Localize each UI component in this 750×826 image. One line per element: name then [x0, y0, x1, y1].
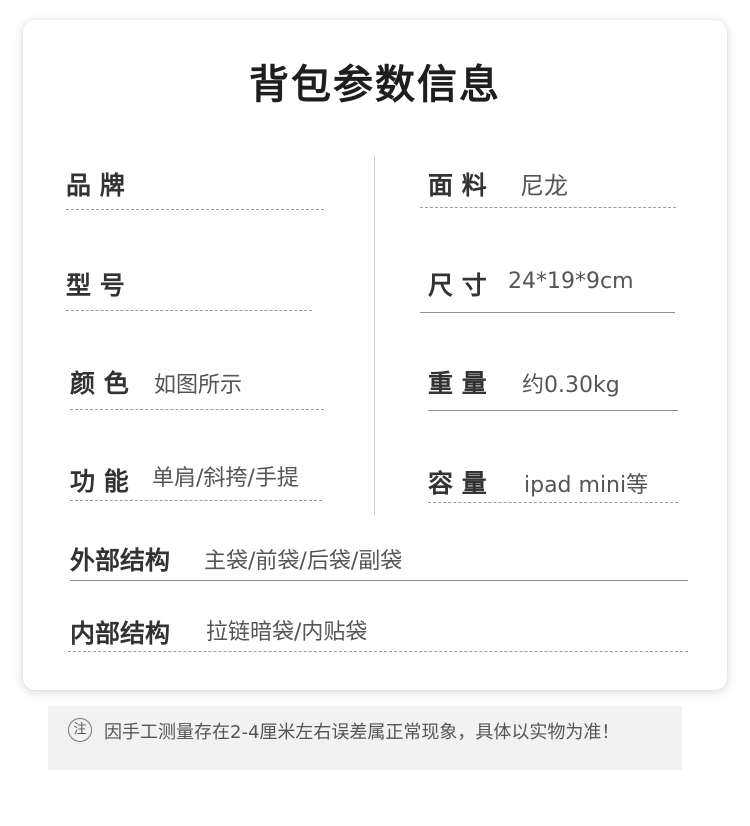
divider-rule	[428, 410, 678, 411]
spec-card	[23, 20, 727, 690]
spec-label: 型 号	[66, 271, 125, 300]
spec-label: 尺 寸	[428, 271, 487, 300]
spec-row-color: 颜 色 如图所示	[70, 364, 324, 410]
spec-row-size: 尺 寸 24*19*9cm	[420, 266, 675, 314]
page-title: 背包参数信息	[249, 62, 501, 108]
spec-label: 颜 色	[70, 369, 129, 398]
spec-label: 重 量	[428, 369, 487, 398]
spec-row-function: 功 能 单肩/斜挎/手提	[70, 460, 322, 502]
divider-rule	[420, 312, 675, 313]
dashed-rule	[420, 207, 676, 208]
spec-row-brand: 品 牌	[66, 166, 324, 210]
dashed-rule	[66, 310, 312, 311]
column-divider	[374, 155, 375, 515]
spec-value: 24*19*9cm	[508, 269, 634, 294]
dashed-rule	[68, 651, 688, 652]
dashed-rule	[70, 500, 322, 501]
spec-label: 品 牌	[66, 171, 125, 200]
spec-row-model: 型 号	[66, 266, 312, 312]
spec-value: 约0.30kg	[522, 373, 620, 398]
dashed-rule	[66, 209, 324, 210]
dashed-rule	[428, 502, 678, 503]
spec-row-weight: 重 量 约0.30kg	[428, 364, 678, 412]
spec-row-interior: 内部结构 拉链暗袋/内贴袋	[68, 614, 688, 652]
spec-label: 外部结构	[70, 546, 171, 575]
disclaimer-note: 注 因手工测量存在2-4厘米左右误差属正常现象，具体以实物为准！	[48, 706, 682, 770]
spec-row-exterior: 外部结构 主袋/前袋/后袋/副袋	[70, 541, 688, 581]
spec-row-material: 面 料 尼龙	[420, 166, 676, 210]
note-icon: 注	[68, 718, 92, 742]
spec-value: 如图所示	[154, 373, 243, 398]
divider-rule	[70, 580, 688, 581]
spec-label: 容 量	[428, 469, 487, 498]
spec-value: 主袋/前袋/后袋/副袋	[204, 549, 403, 574]
note-text: 因手工测量存在2-4厘米左右误差属正常现象，具体以实物为准！	[104, 722, 620, 743]
spec-value: 拉链暗袋/内贴袋	[206, 620, 368, 645]
spec-row-capacity: 容 量 ipad mini等	[428, 464, 678, 504]
spec-label: 内部结构	[70, 619, 171, 648]
spec-label: 面 料	[428, 171, 487, 200]
spec-label: 功 能	[70, 467, 129, 496]
dashed-rule	[70, 409, 324, 410]
spec-value: 尼龙	[520, 172, 568, 200]
spec-value: 单肩/斜挎/手提	[152, 466, 299, 491]
spec-value: ipad mini等	[524, 473, 649, 498]
